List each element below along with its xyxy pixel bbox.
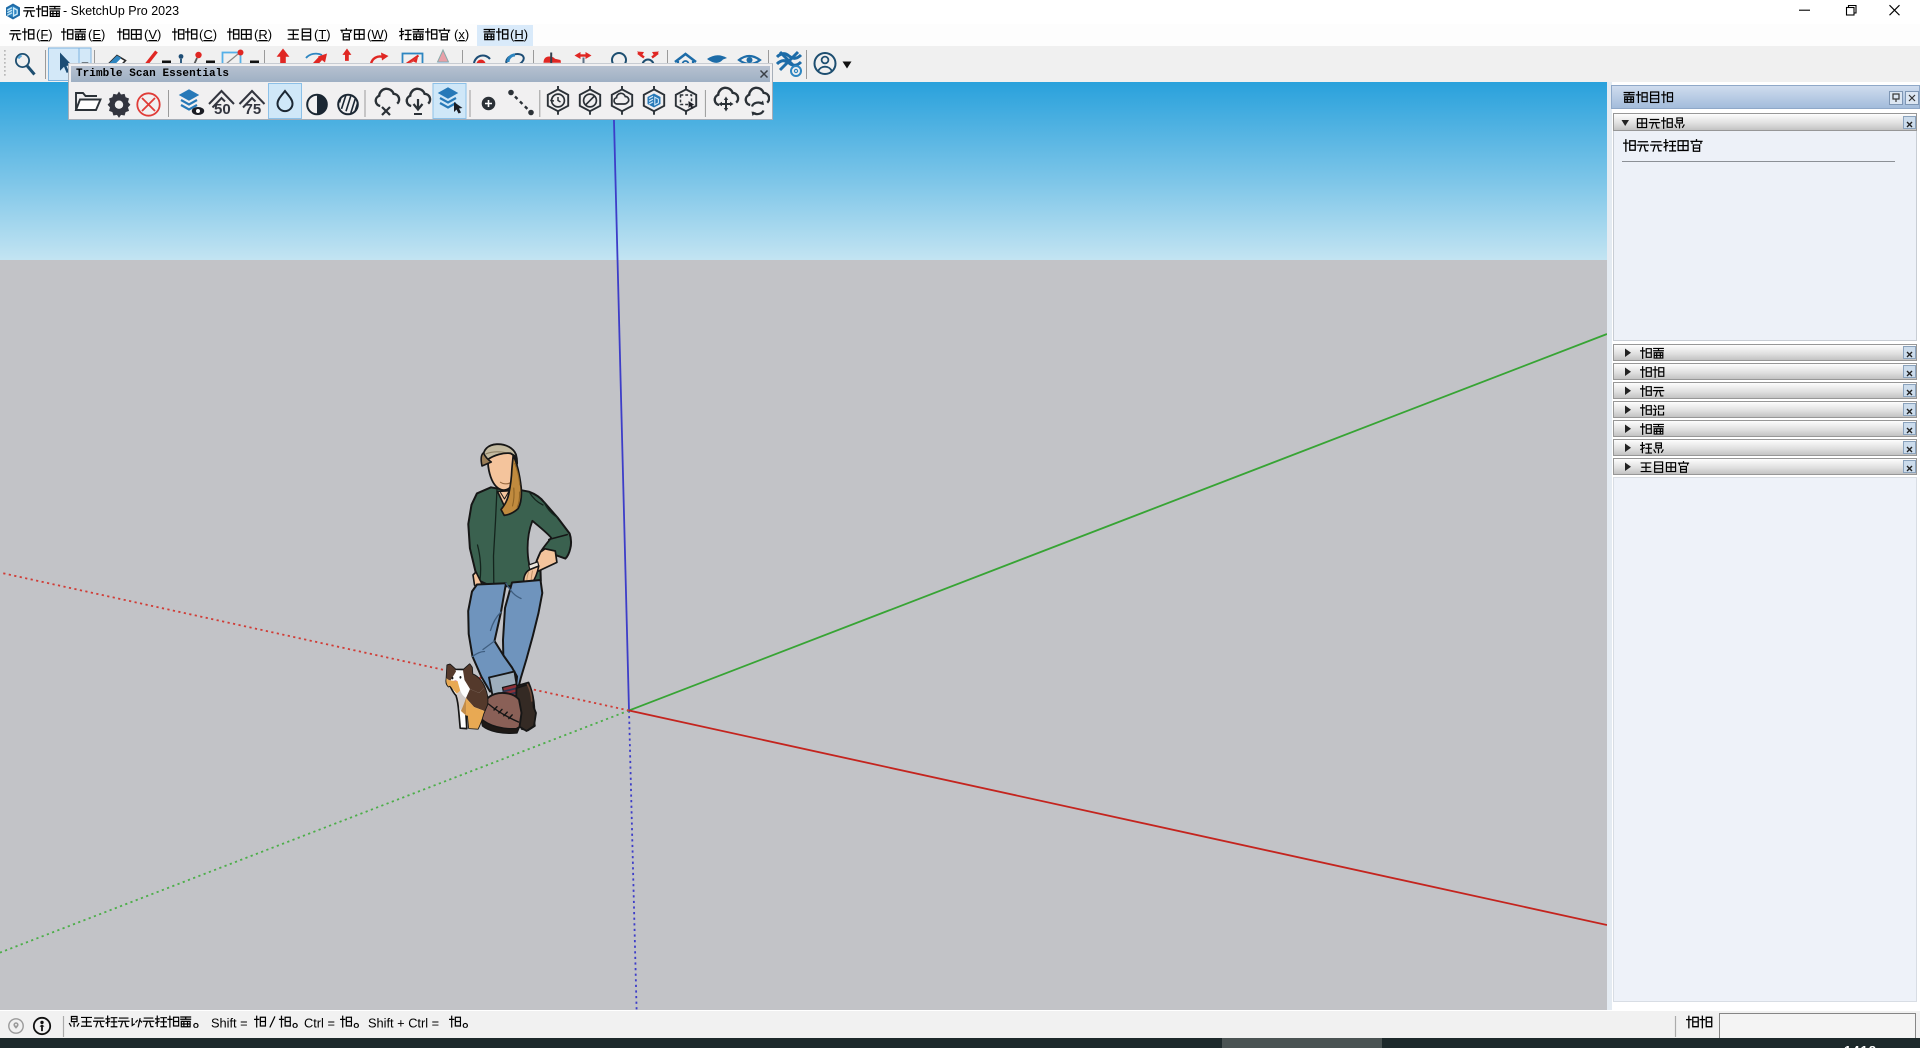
- svg-text:(T): (T): [314, 27, 331, 42]
- svg-text:Ctrl =: Ctrl =: [304, 1015, 335, 1030]
- svg-text:(x): (x): [454, 27, 469, 42]
- svg-text:75: 75: [245, 101, 262, 118]
- svg-text:50: 50: [214, 101, 231, 118]
- svg-text:(W): (W): [367, 27, 388, 42]
- svg-text:(H): (H): [510, 27, 528, 42]
- svg-text:Shift =: Shift =: [211, 1015, 248, 1030]
- svg-text:Shift + Ctrl =: Shift + Ctrl =: [368, 1015, 439, 1030]
- svg-text:(E): (E): [88, 27, 105, 42]
- svg-text:(C): (C): [199, 27, 217, 42]
- svg-text:(V): (V): [144, 27, 161, 42]
- svg-text:(F): (F): [36, 27, 53, 42]
- svg-text:(R): (R): [254, 27, 272, 42]
